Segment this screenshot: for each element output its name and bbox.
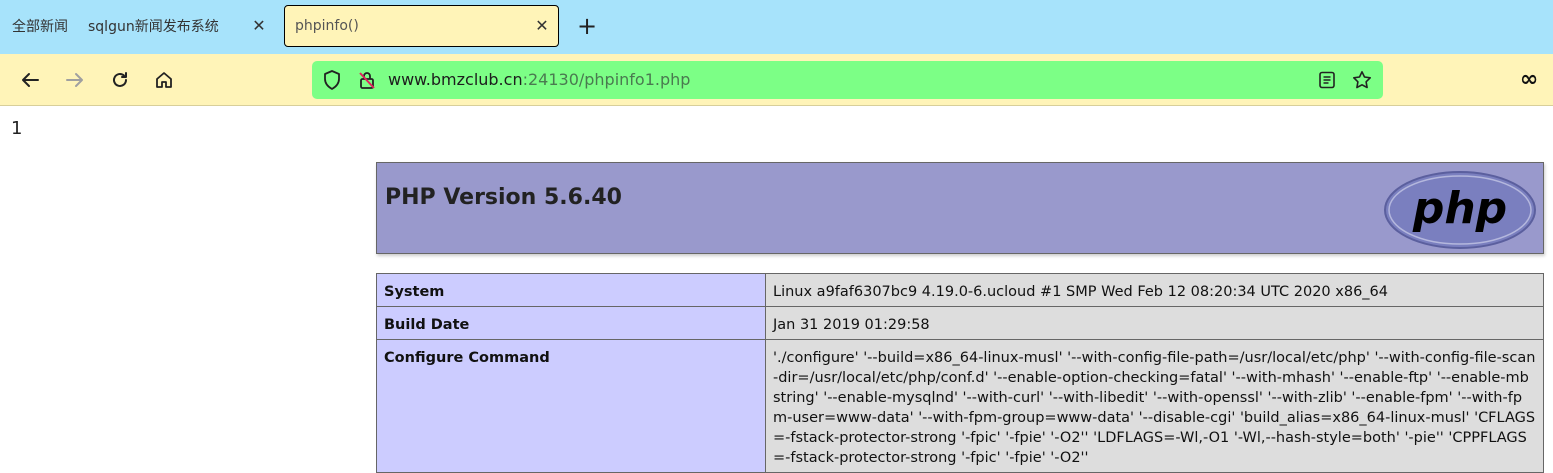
- close-icon[interactable]: ✕: [533, 17, 551, 35]
- extension-infinity-icon[interactable]: ∞: [1517, 68, 1541, 92]
- php-logo: php: [1384, 171, 1536, 249]
- php-version-header: PHP Version 5.6.40 php: [376, 162, 1544, 254]
- row-value: Linux a9faf6307bc9 4.19.0-6.ucloud #1 SM…: [765, 273, 1544, 307]
- row-value: './configure' '--build=x86_64-linux-musl…: [765, 339, 1544, 473]
- url-path: :24130/phpinfo1.php: [522, 70, 691, 89]
- reader-view-icon[interactable]: [1317, 70, 1337, 90]
- table-row: System Linux a9faf6307bc9 4.19.0-6.uclou…: [376, 273, 1544, 307]
- forward-arrow-icon[interactable]: [63, 68, 87, 92]
- table-row: Build Date Jan 31 2019 01:29:58: [376, 306, 1544, 340]
- address-bar[interactable]: www.bmzclub.cn:24130/phpinfo1.php: [312, 61, 1383, 99]
- tab-news-label: 全部新闻: [12, 19, 68, 35]
- row-key: Build Date: [376, 306, 766, 340]
- table-row: Configure Command './configure' '--build…: [376, 339, 1544, 473]
- shield-icon[interactable]: [322, 70, 342, 90]
- row-value: Jan 31 2019 01:29:58: [765, 306, 1544, 340]
- php-info-table: System Linux a9faf6307bc9 4.19.0-6.uclou…: [376, 273, 1544, 473]
- url-host: www.bmzclub.cn: [388, 70, 523, 89]
- back-arrow-icon[interactable]: [18, 68, 42, 92]
- tab-news[interactable]: 全部新闻 sqlgun新闻发布系统 ✕: [0, 5, 280, 47]
- navigation-toolbar: www.bmzclub.cn:24130/phpinfo1.php ∞: [0, 54, 1553, 106]
- new-tab-plus-icon[interactable]: +: [576, 14, 598, 38]
- row-key: Configure Command: [376, 339, 766, 473]
- insecure-lock-icon[interactable]: [357, 70, 377, 90]
- url-text[interactable]: www.bmzclub.cn:24130/phpinfo1.php: [388, 70, 690, 89]
- tab-phpinfo-label: phpinfo(): [295, 18, 359, 34]
- home-icon[interactable]: [152, 68, 176, 92]
- page-title: PHP Version 5.6.40: [385, 185, 622, 210]
- row-key: System: [376, 273, 766, 307]
- page-output-text: 1: [11, 118, 23, 139]
- php-logo-text: php: [1412, 183, 1507, 234]
- close-icon[interactable]: ✕: [250, 17, 268, 35]
- bookmark-star-icon[interactable]: [1352, 70, 1372, 90]
- reload-icon[interactable]: [108, 68, 132, 92]
- tab-strip: 全部新闻 sqlgun新闻发布系统 ✕ phpinfo() ✕ +: [0, 0, 1553, 54]
- tab-group-label: sqlgun新闻发布系统: [88, 19, 219, 35]
- tab-phpinfo[interactable]: phpinfo() ✕: [284, 5, 559, 47]
